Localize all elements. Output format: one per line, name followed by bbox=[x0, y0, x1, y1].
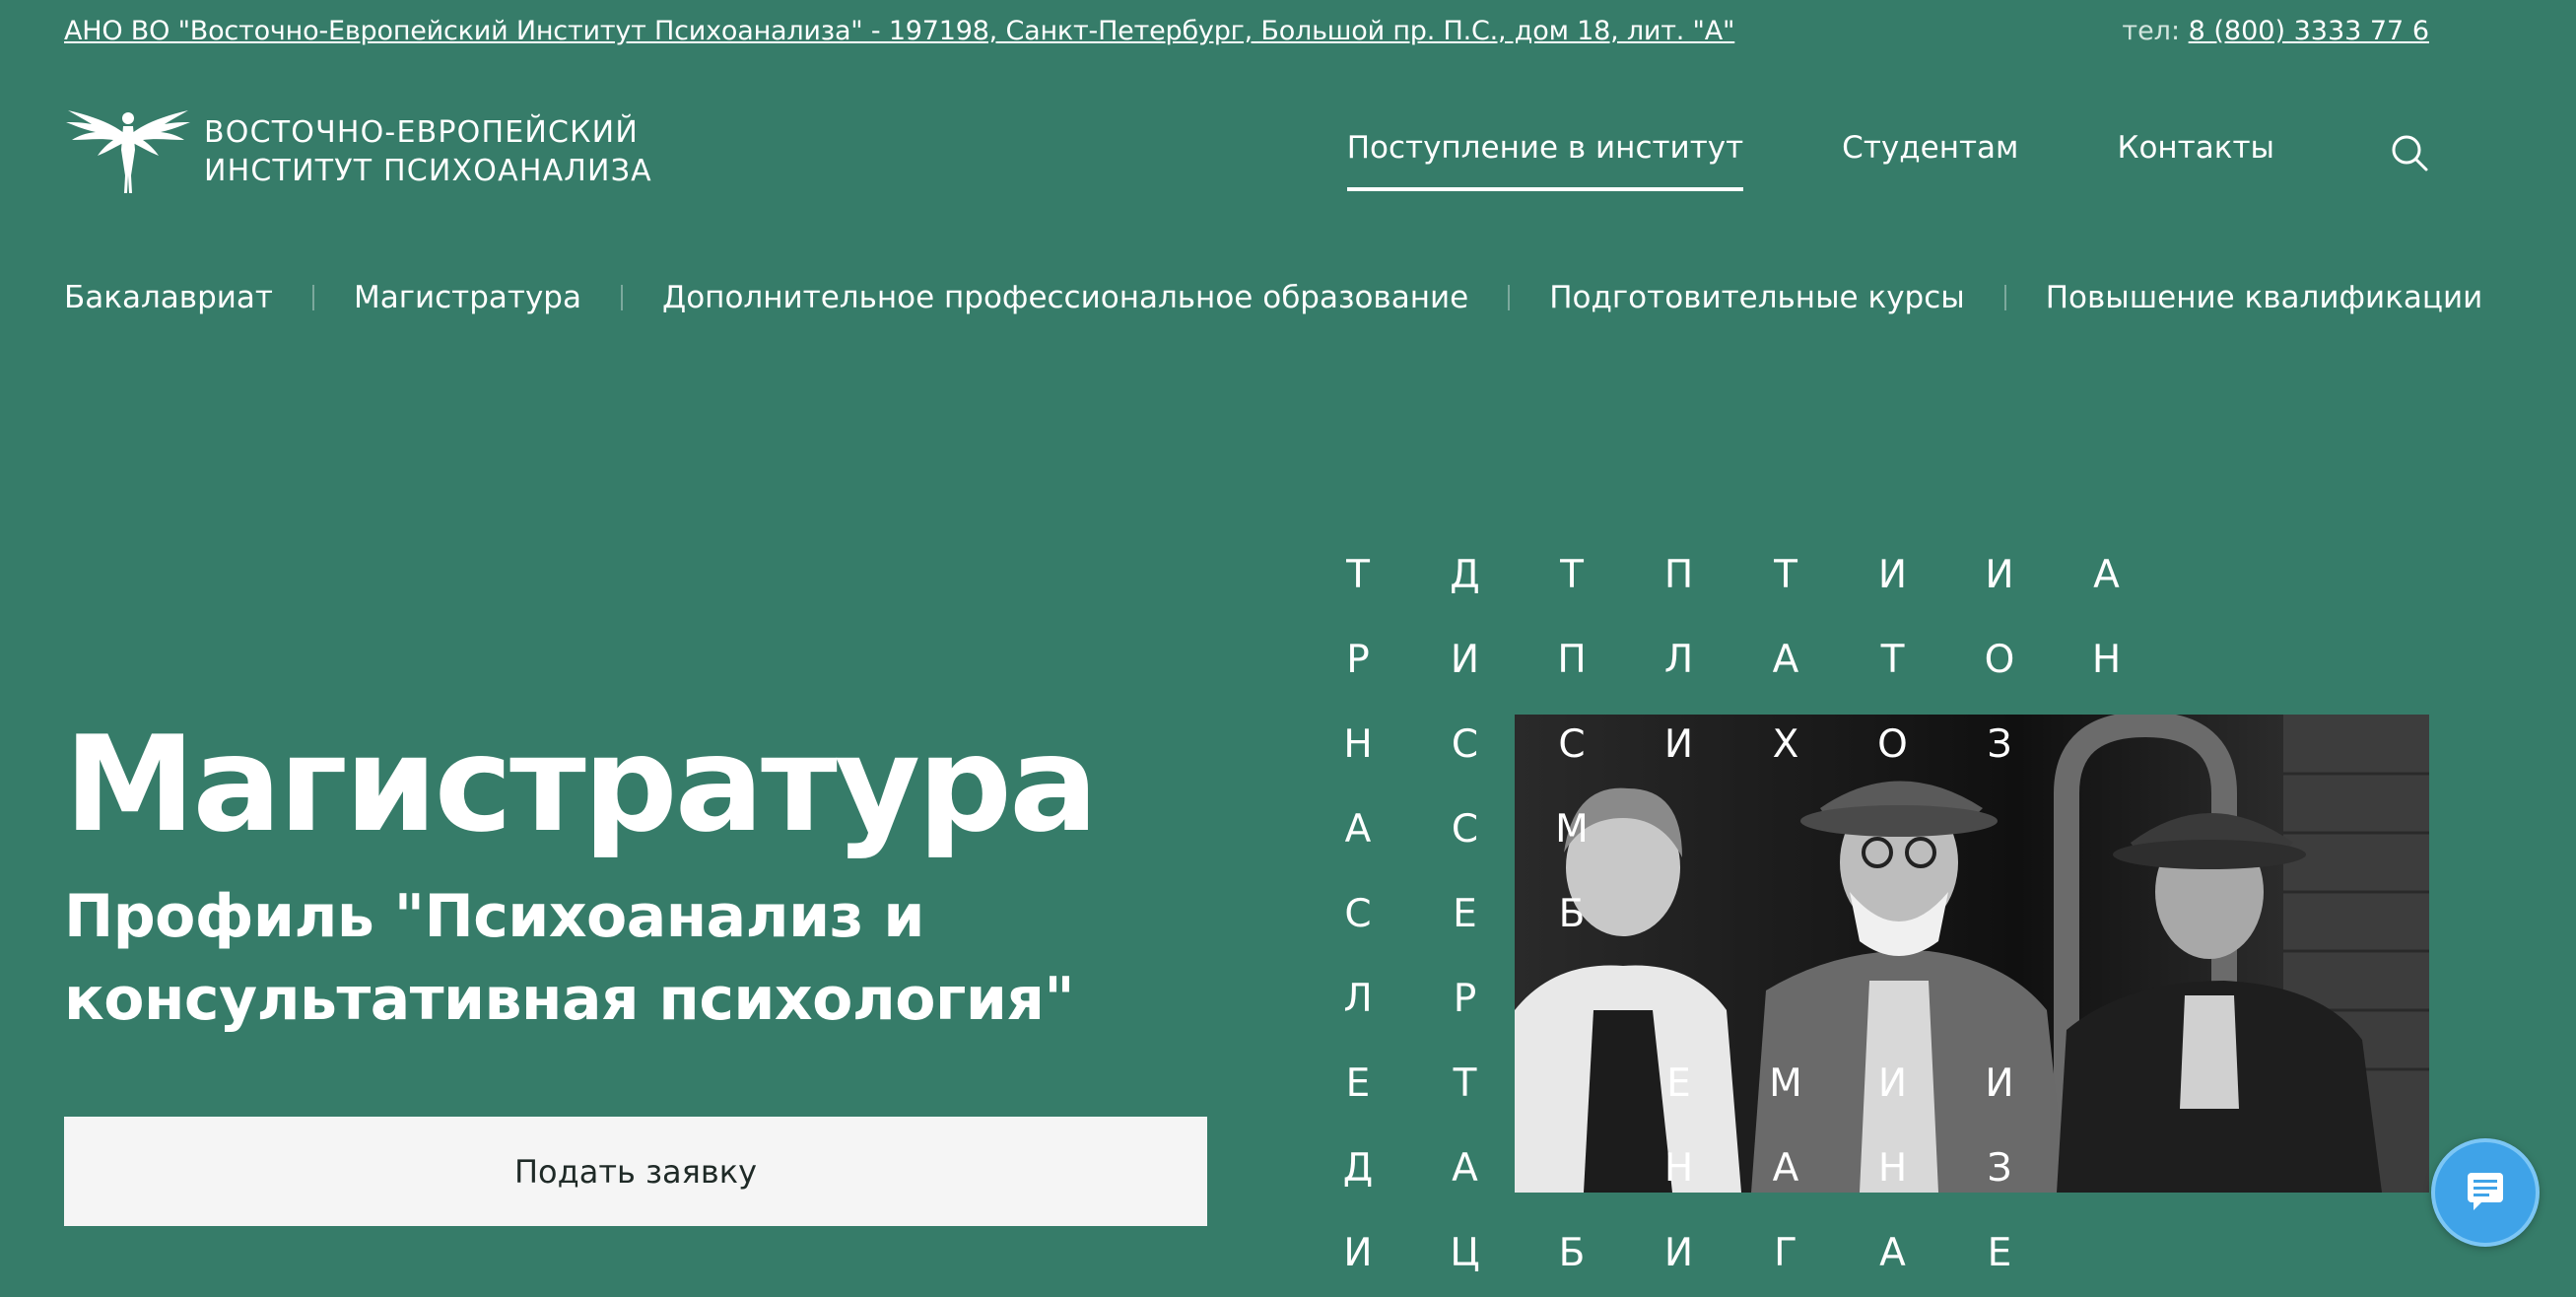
subnav-divider bbox=[1508, 285, 1511, 310]
apply-button[interactable]: Подать заявку bbox=[64, 1117, 1207, 1226]
subnav-item-bachelor[interactable]: Бакалавриат bbox=[64, 280, 273, 315]
grid-letter: Т bbox=[1453, 1061, 1477, 1106]
grid-letter: С bbox=[1451, 807, 1479, 852]
subnav-item-master[interactable]: Магистратура bbox=[354, 280, 581, 315]
grid-letter: Е bbox=[1345, 1061, 1371, 1106]
grid-letter: И bbox=[1663, 722, 1694, 767]
page-title: Магистратура bbox=[64, 708, 1098, 861]
search-icon bbox=[2390, 135, 2429, 176]
winged-figure-icon bbox=[64, 106, 192, 197]
grid-letter: Н bbox=[1877, 1146, 1908, 1191]
grid-letter: Т bbox=[1560, 553, 1584, 597]
nav-item-admission[interactable]: Поступление в институт bbox=[1346, 130, 1744, 191]
grid-letter: А bbox=[1772, 1146, 1799, 1191]
grid-letter: Б bbox=[1558, 1231, 1586, 1275]
subnav-divider bbox=[311, 285, 314, 310]
grid-letter: Р bbox=[1453, 977, 1477, 1021]
main-nav: Поступление в институт Студентам Контакт… bbox=[1346, 130, 2274, 209]
grid-letter: Д bbox=[1342, 1146, 1374, 1191]
grid-letter: Р bbox=[1346, 638, 1370, 682]
grid-letter: Д bbox=[1450, 553, 1480, 597]
grid-letter: Е bbox=[1453, 892, 1477, 936]
grid-letter: М bbox=[1555, 807, 1589, 852]
nav-item-contacts[interactable]: Контакты bbox=[2117, 130, 2274, 191]
grid-letter: П bbox=[1663, 553, 1694, 597]
grid-letter: Т bbox=[1346, 553, 1370, 597]
grid-letter: З bbox=[1987, 1146, 2012, 1191]
subnav-item-additional-education[interactable]: Дополнительное профессиональное образова… bbox=[662, 280, 1468, 315]
grid-letter: И bbox=[1450, 638, 1480, 682]
subnav-item-preparatory-courses[interactable]: Подготовительные курсы bbox=[1549, 280, 1965, 315]
site-logo[interactable]: Восточно-Европейский Институт психоанали… bbox=[64, 106, 652, 197]
chat-button[interactable] bbox=[2431, 1138, 2540, 1247]
grid-letter: Г bbox=[1774, 1231, 1797, 1275]
grid-letter: С bbox=[1451, 722, 1479, 767]
grid-letter: Т bbox=[1774, 553, 1797, 597]
grid-letter: Л bbox=[1343, 977, 1373, 1021]
logo-line-2: Институт психоанализа bbox=[204, 154, 652, 188]
grid-letter: З bbox=[1987, 722, 2012, 767]
grid-letter: А bbox=[1772, 638, 1799, 682]
grid-letter: И bbox=[1877, 553, 1908, 597]
top-bar: АНО ВО "Восточно-Европейский Институт Пс… bbox=[64, 16, 2429, 55]
phone-label: тел: bbox=[2122, 16, 2181, 46]
grid-letter: Е bbox=[1666, 1061, 1691, 1106]
page-subtitle: Профиль "Психоанализ и консультативная п… bbox=[64, 882, 1075, 1034]
grid-letter: И bbox=[1985, 1061, 2014, 1106]
grid-letter: П bbox=[1557, 638, 1587, 682]
grid-letter: С bbox=[1344, 892, 1372, 936]
nav-item-students[interactable]: Студентам bbox=[1842, 130, 2018, 191]
logo-text: Восточно-Европейский Институт психоанали… bbox=[204, 113, 652, 190]
grid-letter: Х bbox=[1772, 722, 1799, 767]
grid-letter: Ц bbox=[1450, 1231, 1480, 1275]
grid-letter: Е bbox=[1987, 1231, 2012, 1275]
grid-letter: А bbox=[1344, 807, 1372, 852]
search-button[interactable] bbox=[2390, 133, 2429, 172]
grid-letter: Н bbox=[2091, 638, 2122, 682]
grid-letter: Н bbox=[1663, 1146, 1694, 1191]
grid-letter: А bbox=[1879, 1231, 1906, 1275]
grid-letter: А bbox=[1452, 1146, 1478, 1191]
grid-letter: Н bbox=[1343, 722, 1373, 767]
grid-letter: И bbox=[1663, 1231, 1694, 1275]
phone-block: тел: 8 (800) 3333 77 6 bbox=[2122, 16, 2429, 46]
phone-link[interactable]: 8 (800) 3333 77 6 bbox=[2189, 16, 2429, 46]
grid-letter: А bbox=[2093, 553, 2120, 597]
grid-letter: И bbox=[1985, 553, 2014, 597]
letters-grid: ТДТПТИИАРИПЛАТОННССИХОЗАСМСЕБЛРЕТЕМИИДАН… bbox=[1309, 548, 2294, 1297]
subnav-item-qualification[interactable]: Повышение квалификации bbox=[2046, 280, 2483, 315]
grid-letter: И bbox=[1343, 1231, 1373, 1275]
grid-letter: М bbox=[1769, 1061, 1802, 1106]
grid-letter: О bbox=[1877, 722, 1908, 767]
grid-letter: Л bbox=[1663, 638, 1694, 682]
sub-nav: Бакалавриат Магистратура Дополнительное … bbox=[64, 276, 2482, 319]
chat-icon bbox=[2464, 1169, 2507, 1216]
grid-letter: С bbox=[1558, 722, 1586, 767]
subnav-divider bbox=[621, 285, 623, 310]
grid-letter: И bbox=[1877, 1061, 1908, 1106]
logo-line-1: Восточно-Европейский bbox=[204, 115, 639, 150]
grid-letter: Т bbox=[1880, 638, 1905, 682]
grid-letter: О bbox=[1984, 638, 2015, 682]
grid-letter: Б bbox=[1558, 892, 1586, 936]
address-link[interactable]: АНО ВО "Восточно-Европейский Институт Пс… bbox=[64, 16, 1734, 46]
subnav-divider bbox=[2003, 285, 2006, 310]
